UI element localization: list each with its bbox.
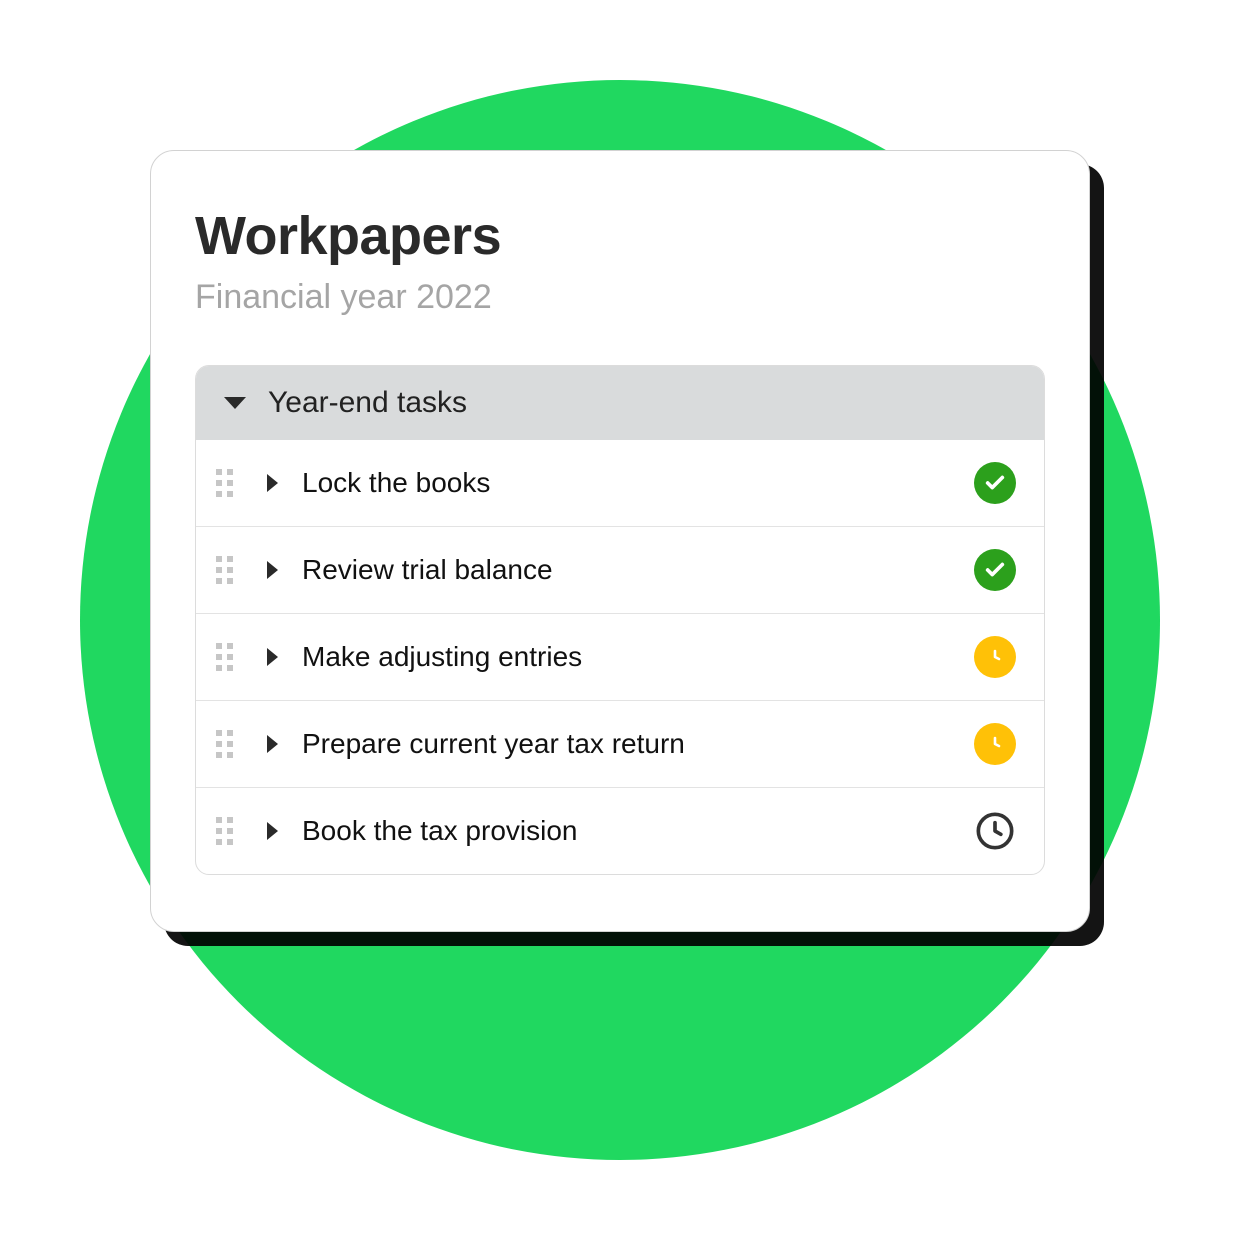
workpapers-card: Workpapers Financial year 2022 Year-end …: [150, 150, 1090, 932]
task-row[interactable]: Make adjusting entries: [196, 613, 1044, 700]
task-row[interactable]: Book the tax provision: [196, 787, 1044, 874]
section-header-label: Year-end tasks: [268, 386, 467, 420]
page-title: Workpapers: [195, 207, 1045, 266]
status-badge: [974, 723, 1016, 765]
task-row[interactable]: Review trial balance: [196, 526, 1044, 613]
drag-handle-icon[interactable]: [216, 817, 233, 845]
status-badge: [974, 549, 1016, 591]
task-panel: Year-end tasks Lock the books Review tria…: [195, 365, 1045, 875]
task-label: Prepare current year tax return: [302, 728, 950, 760]
chevron-right-icon[interactable]: [267, 474, 278, 492]
drag-handle-icon[interactable]: [216, 556, 233, 584]
status-badge: [974, 462, 1016, 504]
chevron-right-icon[interactable]: [267, 822, 278, 840]
chevron-right-icon[interactable]: [267, 648, 278, 666]
drag-handle-icon[interactable]: [216, 730, 233, 758]
drag-handle-icon[interactable]: [216, 643, 233, 671]
chevron-right-icon[interactable]: [267, 561, 278, 579]
drag-handle-icon[interactable]: [216, 469, 233, 497]
chevron-right-icon[interactable]: [267, 735, 278, 753]
task-label: Book the tax provision: [302, 815, 950, 847]
checkmark-icon: [974, 549, 1016, 591]
chevron-down-icon: [224, 397, 246, 409]
task-label: Make adjusting entries: [302, 641, 950, 673]
checkmark-icon: [974, 462, 1016, 504]
clock-icon: [974, 723, 1016, 765]
status-badge: [974, 636, 1016, 678]
task-label: Review trial balance: [302, 554, 950, 586]
status-badge: [974, 810, 1016, 852]
task-row[interactable]: Lock the books: [196, 440, 1044, 526]
task-label: Lock the books: [302, 467, 950, 499]
task-list: Lock the books Review trial balance Make a…: [196, 440, 1044, 874]
clock-outline-icon: [974, 810, 1016, 852]
task-row[interactable]: Prepare current year tax return: [196, 700, 1044, 787]
clock-icon: [974, 636, 1016, 678]
page-subtitle: Financial year 2022: [195, 278, 1045, 317]
section-header[interactable]: Year-end tasks: [196, 366, 1044, 440]
